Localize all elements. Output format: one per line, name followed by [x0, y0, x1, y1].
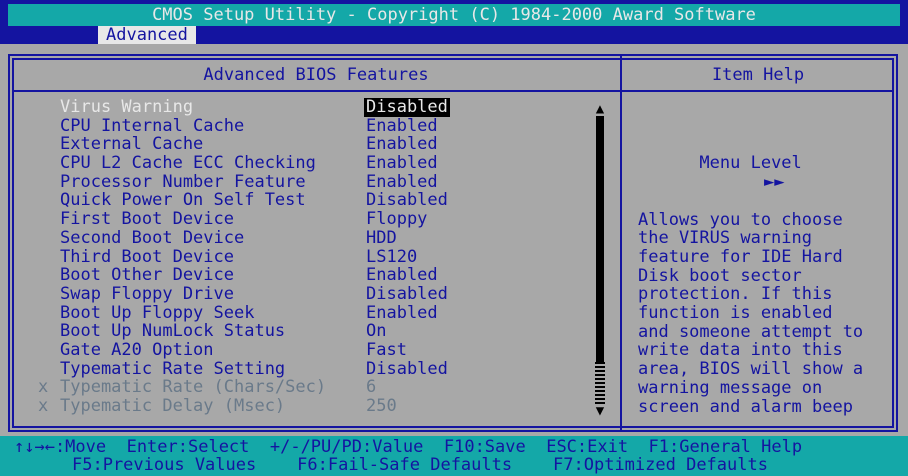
setting-value[interactable]: Enabled	[366, 154, 438, 173]
setting-label: Typematic Rate Setting	[60, 358, 286, 379]
footer-line-1: ↑↓→←:Move Enter:Select +/-/PU/PD:Value F…	[14, 437, 803, 457]
main-panel: Advanced BIOS Features Item Help Virus W…	[8, 54, 898, 432]
setting-value[interactable]: HDD	[366, 229, 397, 248]
scrollbar[interactable]: ▲ ▼	[593, 102, 607, 418]
header-divider	[12, 90, 894, 92]
setting-value[interactable]: Enabled	[366, 116, 438, 136]
setting-label: CPU L2 Cache ECC Checking	[60, 153, 316, 174]
setting-value[interactable]: Enabled	[366, 135, 438, 154]
menu-level: Menu Level ►►	[638, 135, 898, 191]
setting-value[interactable]: Disabled	[366, 285, 448, 304]
setting-label: Typematic Rate (Chars/Sec)	[60, 377, 327, 398]
setting-label: Quick Power On Self Test	[60, 190, 306, 211]
help-text: Allows you to choose the VIRUS warning f…	[638, 209, 864, 417]
setting-value: 250	[366, 396, 397, 416]
menu-tab-advanced[interactable]: Advanced	[98, 26, 196, 44]
setting-label: Boot Up Floppy Seek	[60, 302, 255, 323]
title-bar: CMOS Setup Utility - Copyright (C) 1984-…	[0, 0, 908, 44]
setting-label: Typematic Delay (Msec)	[60, 396, 286, 416]
column-divider	[620, 54, 622, 432]
item-help-panel: Menu Level ►► Allows you to choose the V…	[638, 98, 898, 454]
setting-value: 6	[366, 377, 377, 398]
setting-label: Boot Other Device	[60, 265, 234, 286]
setting-label: Boot Up NumLock Status	[60, 321, 286, 342]
setting-value[interactable]: Disabled	[366, 359, 448, 379]
setting-value[interactable]: Fast	[366, 341, 407, 360]
footer-line-2: F5:Previous Values F6:Fail-Safe Defaults…	[72, 455, 768, 475]
section-heading: Advanced BIOS Features	[203, 65, 429, 85]
setting-value[interactable]: Enabled	[366, 266, 438, 285]
disabled-marker: x	[38, 377, 49, 398]
setting-label: Gate A20 Option	[60, 339, 214, 360]
scroll-track[interactable]	[596, 116, 604, 404]
key-help-footer: ↑↓→←:Move Enter:Select +/-/PU/PD:Value F…	[0, 436, 908, 476]
setting-label: Processor Number Feature	[60, 171, 306, 192]
setting-label: Second Boot Device	[60, 227, 245, 248]
setting-label: Third Boot Device	[60, 246, 234, 267]
setting-value[interactable]: Disabled	[366, 191, 448, 210]
setting-value[interactable]: LS120	[366, 247, 417, 267]
setting-value[interactable]: Enabled	[366, 173, 438, 192]
setting-value[interactable]: Enabled	[366, 303, 438, 323]
setting-label: Swap Floppy Drive	[60, 283, 234, 304]
setting-label: External Cache	[60, 134, 204, 155]
setting-value[interactable]: Disabled	[364, 98, 450, 117]
window-title: CMOS Setup Utility - Copyright (C) 1984-…	[8, 4, 900, 26]
menu-level-arrows-icon: ►►	[764, 171, 785, 192]
setting-label: CPU Internal Cache	[60, 115, 245, 136]
disabled-marker: x	[38, 396, 49, 416]
scroll-up-arrow-icon[interactable]: ▲	[593, 102, 607, 116]
help-heading: Item Help	[711, 65, 805, 85]
menu-level-label: Menu Level	[699, 153, 802, 174]
setting-value[interactable]: On	[366, 322, 386, 341]
setting-label: First Boot Device	[60, 209, 234, 230]
scroll-thumb[interactable]	[595, 362, 605, 404]
setting-value[interactable]: Floppy	[366, 210, 427, 229]
setting-label: Virus Warning	[60, 97, 194, 117]
scroll-down-arrow-icon[interactable]: ▼	[593, 404, 607, 418]
